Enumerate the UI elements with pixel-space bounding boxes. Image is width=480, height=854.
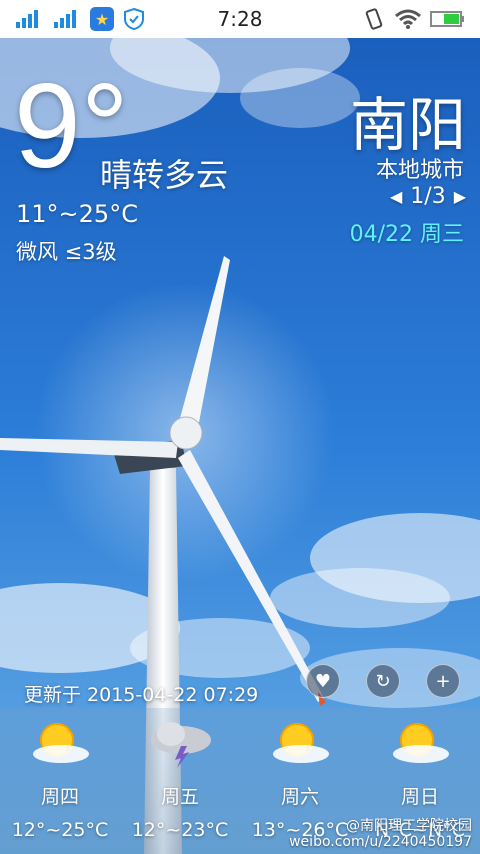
current-date: 04/22 周三 [349,222,464,247]
forecast-day-name: 周六 [280,786,319,808]
forecast-day-name: 周四 [40,786,79,808]
status-left: ★ [14,7,146,31]
next-city-arrow-icon[interactable]: ▶ [454,187,466,206]
vibrate-icon [362,7,386,31]
sunny-cloudy-icon [33,723,89,763]
action-buttons: ♥ ↻ + [306,664,460,698]
status-right [362,7,466,31]
forecast-day-range: 12°~23°C [131,819,229,841]
updated-time: 更新于 2015-04-22 07:29 [24,684,259,706]
thunderstorm-icon [151,722,211,768]
signal-icon [52,8,82,30]
city-pager: ◀ 1/3 ▶ [390,184,466,209]
forecast-day[interactable]: 周五 12°~23°C [120,708,240,841]
watermark: @南阳理工学院校园 weibo.com/u/2240450197 [289,818,472,850]
signal-icon [14,8,44,30]
heart-icon: ♥ [314,670,332,692]
watermark-line1: @南阳理工学院校园 [346,818,472,834]
forecast-day-name: 周五 [160,786,199,808]
watermark-line2: weibo.com/u/2240450197 [289,834,472,850]
shield-icon [122,7,146,31]
prev-city-arrow-icon[interactable]: ◀ [390,187,402,206]
favorite-button[interactable]: ♥ [306,664,340,698]
city-page-indicator: 1/3 [410,184,446,209]
weather-scene: 9° 晴转多云 11°~25°C 微风 ≤3级 南阳 本地城市 ◀ 1/3 ▶ … [0,38,480,854]
refresh-button[interactable]: ↻ [366,664,400,698]
status-bar: ★ 7:28 [0,0,480,38]
city-name[interactable]: 南阳 [350,78,466,162]
battery-icon [430,9,466,29]
wifi-icon [394,8,422,30]
forecast-day-range: 12°~25°C [11,819,109,841]
city-subtitle: 本地城市 [375,158,464,183]
wind-info: 微风 ≤3级 [16,240,117,264]
add-city-button[interactable]: + [426,664,460,698]
plus-icon: + [435,670,451,692]
app-star-icon: ★ [90,7,114,31]
temperature-range: 11°~25°C [16,200,138,228]
refresh-icon: ↻ [375,670,391,692]
sunny-cloudy-icon [273,723,329,763]
forecast-day[interactable]: 周四 12°~25°C [0,708,120,841]
forecast-day-name: 周日 [400,786,439,808]
sunny-cloudy-icon [393,723,449,763]
weather-condition: 晴转多云 [100,156,229,194]
